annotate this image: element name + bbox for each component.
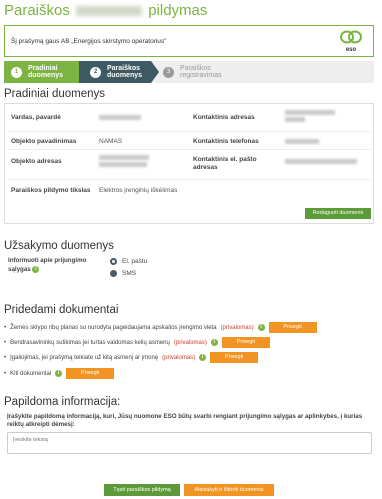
page-title-suffix: pildymas [148,2,208,19]
step-number: 3 [163,66,174,78]
bullet: • [4,354,7,361]
required-tag: (privalomas) [162,354,196,361]
required-tag: (privalomas) [220,324,254,331]
page-title-prefix: Paraiškos [4,2,70,19]
object-address-value [99,155,149,169]
object-address-label: Objekto adresas [11,158,62,165]
document-label: Įgaliojimas, jei prašymą teikiate už kit… [10,354,159,361]
step-label: duomenys [107,72,143,79]
page-title: Paraiškos pildymas [4,2,207,19]
step-progress: 1 Pradiniai duomenys 2 Paraiškos duomenys … [4,61,374,83]
purpose-value: Elektros įrenginių iškėlimas [99,187,178,194]
object-address-email-row: Objekto adresas Kontaktinis el. pašto ad… [7,150,371,180]
email-value [285,159,357,166]
document-label: Kiti dokumentai [10,370,52,377]
name-label: Vardas, pavardė [11,114,61,121]
object-name-phone-row: Objekto pavadinimas NAMAS Kontaktinis te… [7,132,371,150]
eso-logo-icon: eso [340,30,362,53]
info-icon[interactable]: i [32,265,40,273]
document-label: Žemės sklypo ribų planas su nurodyta pag… [10,324,217,331]
attach-button[interactable]: Prisegti [268,322,317,333]
info-icon[interactable]: i [199,354,207,361]
order-data-heading: Užsakymo duomenys [4,240,114,252]
sms-radio[interactable] [110,270,117,277]
step-number: 1 [11,66,22,78]
purpose-label: Paraiškos pildymo tikslas [11,187,91,194]
sms-radio-label[interactable]: SMS [122,270,136,277]
additional-info-heading: Papildoma informacija: [4,396,121,408]
eso-logo-text: eso [346,47,357,53]
required-tag: (privalomas) [173,339,207,346]
bullet: • [4,339,7,346]
inform-label: Informuoti apie prijungimo sąlygas i [8,256,93,274]
initial-data-panel: Vardas, pavardė Kontaktinis adresas Obje… [4,103,374,224]
name-value [99,115,141,122]
bullet: • [4,370,7,377]
object-name-label: Objekto pavadinimas [11,138,77,145]
name-address-row: Vardas, pavardė Kontaktinis adresas [7,106,371,132]
step-label: duomenys [28,72,64,79]
recipient-notice: Šį prašymą gaus AB „Energijos skirstymo … [4,25,374,57]
document-item: • Kiti dokumentai i Prisegti [4,368,115,379]
address-value [285,110,335,124]
email-label: Kontaktinis el. pašto adresas [193,156,257,171]
step-application-data[interactable]: 2 Paraiškos duomenys [79,61,151,83]
initial-data-heading: Pradiniai duomenys [4,88,106,100]
phone-value [285,139,319,146]
step-registration: 3 Paraiškos registravimas [151,61,231,83]
step-label: Pradiniai [28,65,58,72]
document-item: • Žemės sklypo ribų planas su nurodyta p… [4,322,317,333]
additional-info-textarea[interactable] [7,432,372,454]
email-radio-label[interactable]: El. paštu [122,258,147,265]
document-item: • Įgaliojimas, jei prašymą teikiate už k… [4,352,259,363]
documents-heading: Pridedami dokumentai [4,304,119,316]
redacted-application-number [76,6,143,17]
inform-label-text: Informuoti apie prijungimo sąlygas [8,257,87,273]
step-label: Paraiškos [107,65,141,72]
document-label: Bendrasavininkų sutikimas jei turtas val… [10,339,170,346]
cancel-delete-button[interactable]: Atsisakyti ir ištrinti duomenis [184,484,274,496]
step-label: registravimas [180,72,222,79]
info-icon[interactable]: i [55,370,63,377]
address-label: Kontaktinis adresas [193,114,255,121]
edit-data-button[interactable]: Redaguoti duomenis [305,208,371,219]
phone-label: Kontaktinis telefonas [193,138,259,145]
step-initial-data[interactable]: 1 Pradiniai duomenys [4,61,79,83]
step-label: Paraiškos [180,65,211,72]
continue-button[interactable]: Tęsti paraiškos pildymą [104,484,180,496]
info-icon[interactable]: i [257,324,265,331]
step-number: 2 [90,66,101,78]
attach-button[interactable]: Prisegti [210,352,259,363]
additional-info-prompt: Įrašykite papildomą informaciją, kuri, J… [7,413,363,428]
info-icon[interactable]: i [210,339,218,346]
attach-button[interactable]: Prisegti [221,337,270,348]
recipient-notice-text: Šį prašymą gaus AB „Energijos skirstymo … [11,38,167,45]
attach-button[interactable]: Prisegti [66,368,115,379]
purpose-row: Paraiškos pildymo tikslas Elektros įreng… [7,180,371,200]
email-radio[interactable] [110,258,117,265]
bullet: • [4,324,7,331]
object-name-value: NAMAS [99,138,123,145]
document-item: • Bendrasavininkų sutikimas jei turtas v… [4,337,270,348]
inform-section: Informuoti apie prijungimo sąlygas i El.… [4,256,374,282]
